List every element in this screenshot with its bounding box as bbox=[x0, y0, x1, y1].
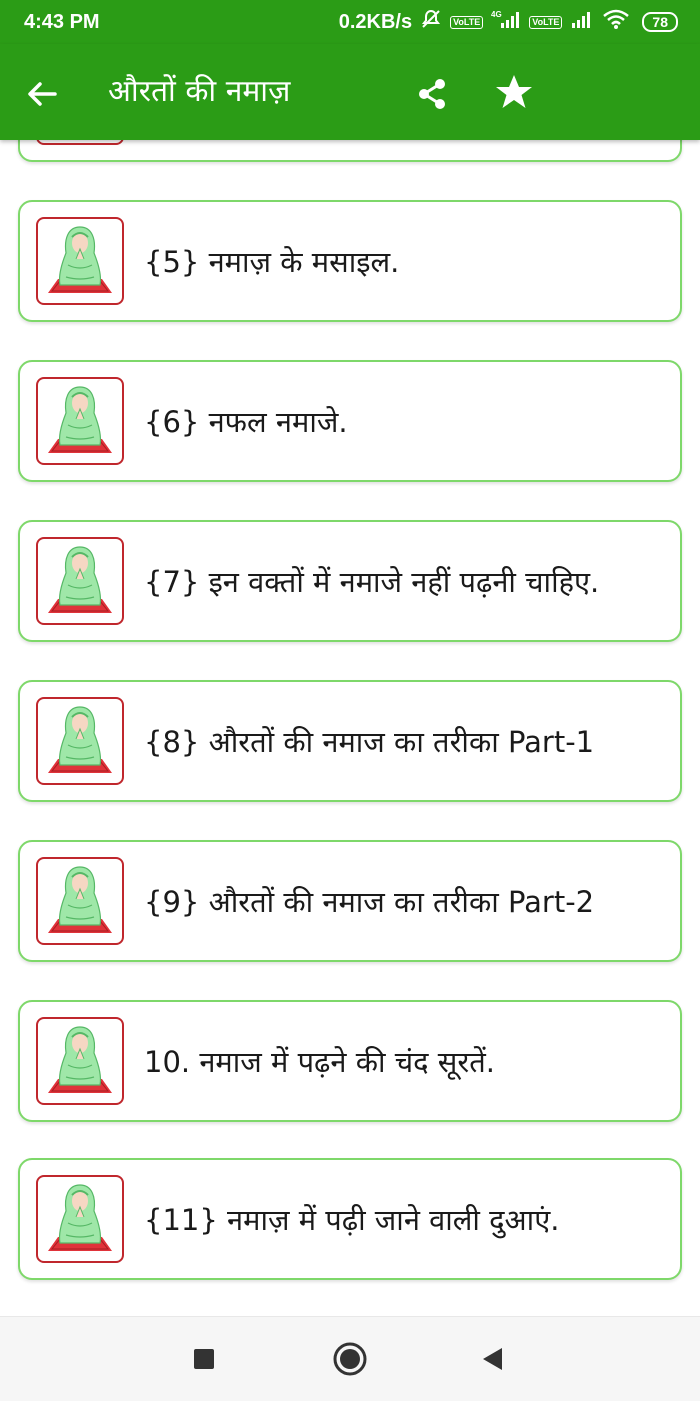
list-item[interactable] bbox=[18, 140, 682, 162]
list-item[interactable]: {11} नमाज़ में पढ़ी जाने वाली दुआएं. bbox=[18, 1158, 682, 1280]
list-item[interactable]: {6} नफल नमाजे. bbox=[18, 360, 682, 482]
list-item-label bbox=[144, 140, 670, 160]
signal-icon bbox=[570, 9, 594, 35]
wifi-icon bbox=[602, 8, 630, 36]
status-bar: 4:43 PM 0.2KB/s VoLTE 4G VoLTE 78 bbox=[0, 0, 700, 44]
status-icons: 0.2KB/s VoLTE 4G VoLTE 78 bbox=[339, 8, 678, 36]
praying-woman-icon bbox=[36, 537, 124, 625]
list-item-label: {11} नमाज़ में पढ़ी जाने वाली दुआएं. bbox=[144, 1202, 560, 1237]
system-nav-bar bbox=[0, 1316, 700, 1401]
list-item[interactable]: {7} इन वक्तों में नमाजे नहीं पढ़नी चाहिए… bbox=[18, 520, 682, 642]
recent-apps-icon[interactable] bbox=[184, 1339, 224, 1379]
star-icon[interactable] bbox=[494, 72, 534, 112]
mute-alarm-icon bbox=[420, 8, 442, 36]
praying-woman-icon bbox=[36, 377, 124, 465]
app-bar: औरतों की नमाज़ bbox=[0, 44, 700, 140]
page-title: औरतों की नमाज़ bbox=[108, 74, 291, 109]
praying-woman-icon bbox=[36, 140, 124, 145]
list-item-label: {5} नमाज़ के मसाइल. bbox=[144, 244, 400, 279]
share-icon[interactable] bbox=[412, 74, 452, 114]
volte-badge-2: VoLTE bbox=[529, 15, 563, 29]
praying-woman-icon bbox=[36, 1017, 124, 1105]
list-item-label: 10. नमाज में पढ़ने की चंद सूरतें. bbox=[144, 1044, 495, 1079]
list-item[interactable]: 10. नमाज में पढ़ने की चंद सूरतें. bbox=[18, 1000, 682, 1122]
battery-indicator: 78 bbox=[642, 12, 678, 32]
list-item[interactable]: {8} औरतों की नमाज का तरीका Part-1 bbox=[18, 680, 682, 802]
list-item[interactable]: {5} नमाज़ के मसाइल. bbox=[18, 200, 682, 322]
list-item-label: {8} औरतों की नमाज का तरीका Part-1 bbox=[144, 724, 595, 759]
list-item-label: {6} नफल नमाजे. bbox=[144, 404, 348, 439]
svg-text:4G: 4G bbox=[491, 10, 502, 19]
list-item-label: {7} इन वक्तों में नमाजे नहीं पढ़नी चाहिए… bbox=[144, 564, 600, 599]
praying-woman-icon bbox=[36, 857, 124, 945]
home-icon[interactable] bbox=[330, 1339, 370, 1379]
signal-4g-icon: 4G bbox=[491, 9, 521, 35]
back-arrow-icon[interactable] bbox=[22, 74, 62, 114]
praying-woman-icon bbox=[36, 217, 124, 305]
status-time: 4:43 PM bbox=[24, 10, 100, 33]
list-item-label: {9} औरतों की नमाज का तरीका Part-2 bbox=[144, 884, 595, 919]
network-speed: 0.2KB/s bbox=[338, 10, 413, 33]
list-item[interactable]: {9} औरतों की नमाज का तरीका Part-2 bbox=[18, 840, 682, 962]
praying-woman-icon bbox=[36, 1175, 124, 1263]
volte-badge-1: VoLTE bbox=[450, 15, 484, 29]
back-icon[interactable] bbox=[472, 1339, 512, 1379]
praying-woman-icon bbox=[36, 697, 124, 785]
topics-list[interactable]: {5} नमाज़ के मसाइल. {6} नफल नमाजे. {7} इ… bbox=[0, 140, 700, 1316]
